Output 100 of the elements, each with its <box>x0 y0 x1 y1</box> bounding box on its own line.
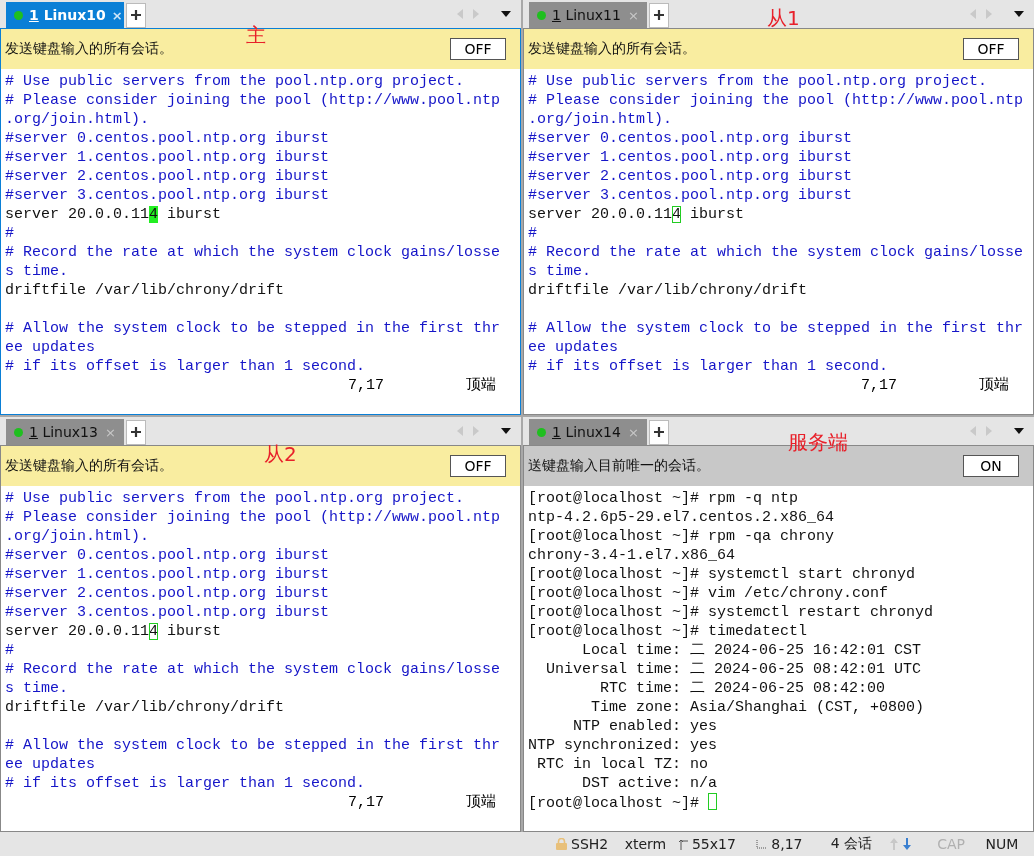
terminal-line: NTP synchronized: yes <box>528 736 719 755</box>
session-tab[interactable]: 1 Linux10 × <box>6 2 124 28</box>
plus-icon <box>653 8 665 21</box>
terminal-line: # Use public servers from the pool.ntp.org project. <box>5 72 466 91</box>
status-dot-icon <box>537 427 546 437</box>
terminal-line: [root@localhost ~]# <box>528 793 1033 812</box>
terminal-line: driftfile /var/lib/chrony/drift <box>5 698 286 717</box>
terminal-line: #server 0.centos.pool.ntp.org iburst <box>5 546 331 565</box>
terminal-line: s time. <box>5 679 69 698</box>
terminal-line: #server 0.centos.pool.ntp.org iburst <box>5 129 331 148</box>
terminal-line: # Allow the system clock to be stepped in the first thr <box>5 736 502 755</box>
terminal-line: # <box>528 224 538 243</box>
terminal-line: # Record the rate at which the system clock gains/losse <box>5 660 502 679</box>
toggle-button[interactable]: OFF <box>963 38 1019 60</box>
terminal-line: [root@localhost ~]# rpm -q ntp <box>528 489 800 508</box>
new-tab-button[interactable] <box>126 420 146 445</box>
session-count: 4 会话 <box>830 835 873 853</box>
dropdown-icon[interactable] <box>501 11 511 17</box>
toggle-button[interactable]: OFF <box>450 455 506 477</box>
scroll-position: 顶端 <box>466 793 496 812</box>
terminal-line: #server 3.centos.pool.ntp.org iburst <box>5 186 331 205</box>
terminal-line: #server 3.centos.pool.ntp.org iburst <box>5 603 331 622</box>
scroll-position: 顶端 <box>979 376 1009 395</box>
terminal-line: # Allow the system clock to be stepped in the first thr <box>5 319 502 338</box>
terminal-line: Time zone: Asia/Shanghai (CST, +0800) <box>590 698 926 717</box>
terminal-line: RTC in local TZ: no <box>536 755 710 774</box>
plus-icon <box>130 425 142 438</box>
terminal-line: .org/join.html). <box>528 110 674 129</box>
num-lock-indicator: NUM <box>985 836 1020 852</box>
banner-text: 送键盘输入目前唯一的会话。 <box>528 457 710 475</box>
dropdown-icon[interactable] <box>501 428 511 434</box>
annotation-label: 主 <box>246 22 266 49</box>
tab-label: 1 Linux10 <box>29 7 106 23</box>
terminal-line: driftfile /var/lib/chrony/drift <box>5 281 286 300</box>
new-tab-button[interactable] <box>126 3 146 28</box>
terminal-line: ntp-4.2.6p5-29.el7.centos.2.x86_64 <box>528 508 836 527</box>
session-tab[interactable]: 1 Linux14 × <box>529 419 647 445</box>
terminal-line: # Please consider joining the pool (http://www.pool.ntp <box>5 508 502 527</box>
terminal-line: .org/join.html). <box>5 527 151 546</box>
terminal-line: ee updates <box>528 338 619 357</box>
dropdown-icon[interactable] <box>1014 11 1024 17</box>
terminal-line: # if its offset is larger than 1 second. <box>5 357 367 376</box>
terminal-line: #server 1.centos.pool.ntp.org iburst <box>5 565 331 584</box>
close-icon[interactable]: × <box>111 7 123 23</box>
terminal-line: # Use public servers from the pool.ntp.org project. <box>5 489 466 508</box>
terminal-line: RTC time: 二 2024-06-25 08:42:00 <box>599 679 887 698</box>
annotation-label: 服务端 <box>788 429 848 456</box>
tab-label: 1 Linux11 <box>552 7 622 23</box>
annotation-label: 从2 <box>264 441 297 468</box>
terminal-line: chrony-3.4-1.el7.x86_64 <box>528 546 737 565</box>
terminal-line: # if its offset is larger than 1 second. <box>5 774 367 793</box>
cursor-position: 7,17 <box>861 376 897 395</box>
terminal-line: # Record the rate at which the system clock gains/losse <box>528 243 1025 262</box>
banner-text: 发送键盘输入的所有会话。 <box>5 40 173 58</box>
annotation-label: 从1 <box>767 5 800 32</box>
terminal-line: # Record the rate at which the system clock gains/losse <box>5 243 502 262</box>
terminal-line: #server 2.centos.pool.ntp.org iburst <box>528 167 854 186</box>
toggle-button[interactable]: OFF <box>450 38 506 60</box>
terminal-line: [root@localhost ~]# vim /etc/chrony.conf <box>528 584 890 603</box>
terminal-line: # if its offset is larger than 1 second. <box>528 357 890 376</box>
session-tab[interactable]: 1 Linux13 × <box>6 419 124 445</box>
new-tab-button[interactable] <box>649 420 669 445</box>
plus-icon <box>130 8 142 21</box>
terminal-line: [root@localhost ~]# systemctl start chronyd <box>528 565 917 584</box>
terminal-line: # Please consider joining the pool (http://www.pool.ntp <box>5 91 502 110</box>
terminal-line: DST active: n/a <box>581 774 719 793</box>
terminal-line: #server 2.centos.pool.ntp.org iburst <box>5 584 331 603</box>
cursor-position: 7,17 <box>348 376 384 395</box>
terminal-line: # Please consider joining the pool (http://www.pool.ntp <box>528 91 1025 110</box>
status-dot-icon <box>14 10 23 20</box>
resize-icon <box>678 838 688 850</box>
terminal-line: #server 1.centos.pool.ntp.org iburst <box>5 148 331 167</box>
terminal-line: ee updates <box>5 755 96 774</box>
banner-text: 发送键盘输入的所有会话。 <box>528 40 696 58</box>
status-position: 8,17 <box>771 836 803 852</box>
terminal-line: #server 3.centos.pool.ntp.org iburst <box>528 186 854 205</box>
terminal-line: Local time: 二 2024-06-25 16:42:01 CST <box>581 641 923 660</box>
status-dot-icon <box>14 427 23 437</box>
terminal-type: xterm <box>624 836 667 852</box>
terminal-line: [root@localhost ~]# rpm -qa chrony <box>528 527 836 546</box>
terminal-line: .org/join.html). <box>5 110 151 129</box>
banner-text: 发送键盘输入的所有会话。 <box>5 457 173 475</box>
terminal-line: s time. <box>528 262 592 281</box>
terminal-line: # <box>5 641 15 660</box>
terminal-line: # <box>5 224 15 243</box>
toggle-button[interactable]: ON <box>963 455 1019 477</box>
status-dot-icon <box>537 10 546 20</box>
cursor-position: 7,17 <box>348 793 384 812</box>
terminal-line: # Allow the system clock to be stepped in the first thr <box>528 319 1025 338</box>
terminal-line: #server 0.centos.pool.ntp.org iburst <box>528 129 854 148</box>
new-tab-button[interactable] <box>649 3 669 28</box>
terminal-line: s time. <box>5 262 69 281</box>
tab-label: 1 Linux13 <box>29 424 99 440</box>
scroll-position: 顶端 <box>466 376 496 395</box>
session-tab[interactable]: 1 Linux11 × <box>529 2 647 28</box>
terminal-line: # Use public servers from the pool.ntp.org project. <box>528 72 989 91</box>
terminal-line: [root@localhost ~]# systemctl restart chronyd <box>528 603 935 622</box>
terminal-line: ee updates <box>5 338 96 357</box>
dropdown-icon[interactable] <box>1014 428 1024 434</box>
terminal-line: driftfile /var/lib/chrony/drift <box>528 281 809 300</box>
